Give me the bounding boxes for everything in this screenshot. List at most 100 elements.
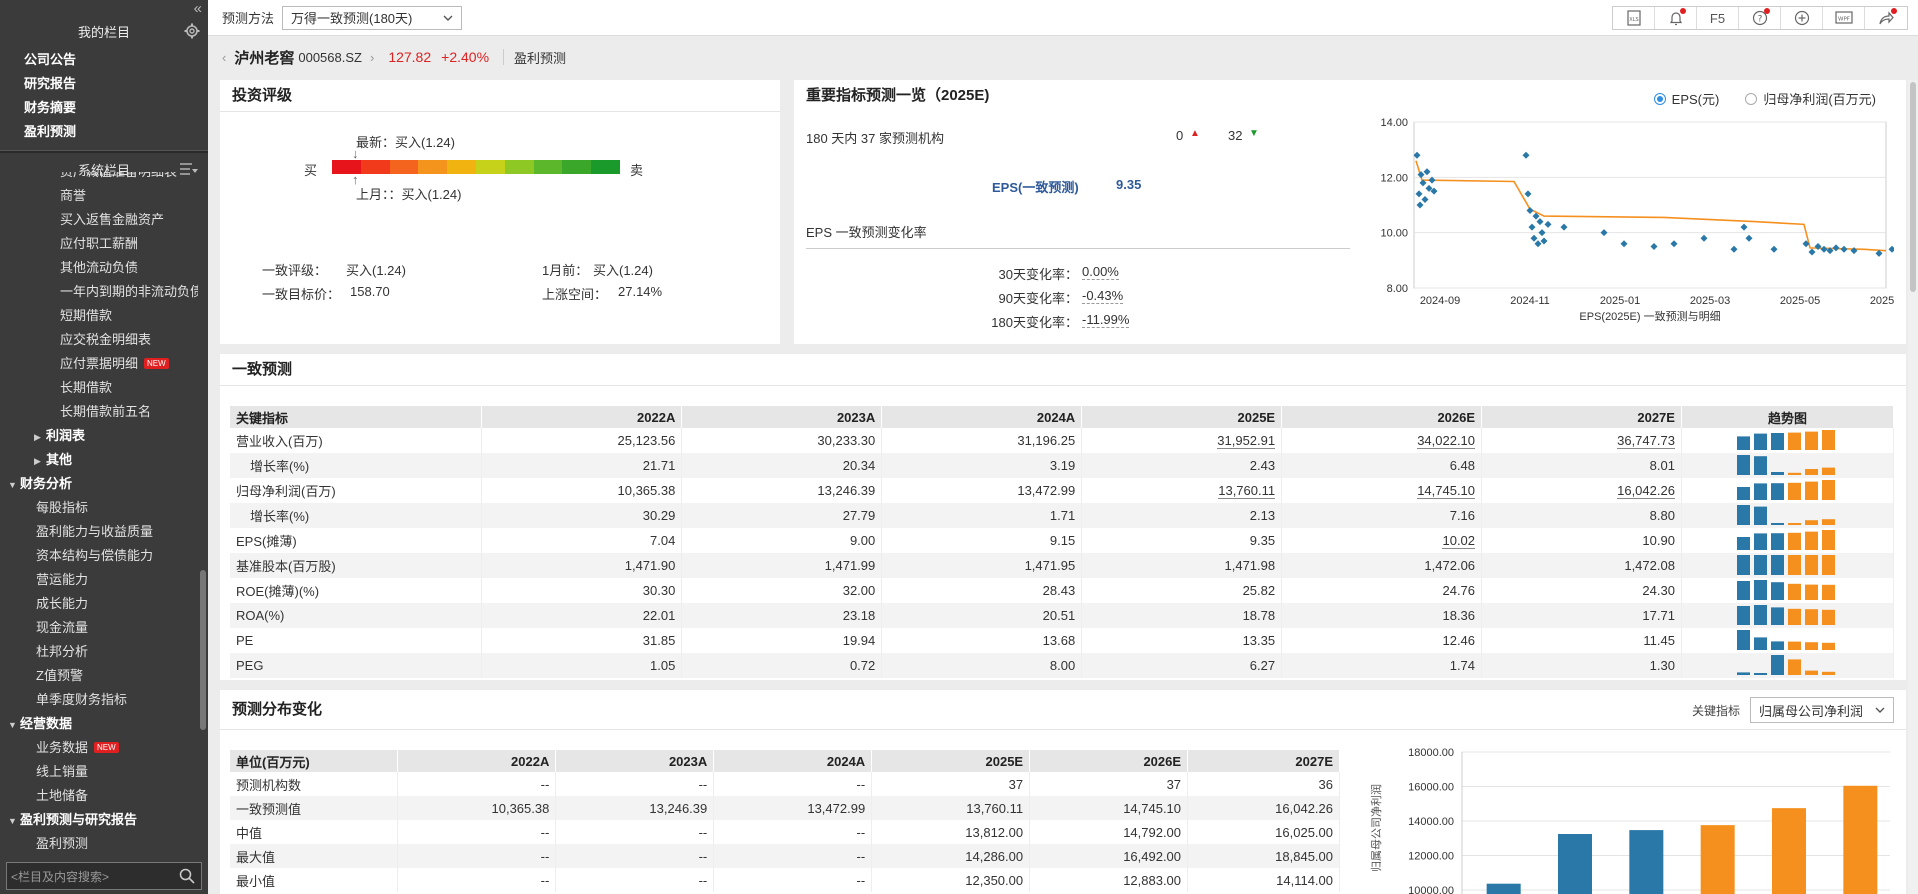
consensus-row-label: ROE(摊薄)(%) bbox=[230, 578, 483, 603]
sidebar-item-14[interactable]: 每股指标 bbox=[0, 496, 198, 520]
consensus-column-header[interactable]: 2027E bbox=[1481, 406, 1682, 428]
consensus-header-row: 关键指标 2022A 2023A 2024A 2025E 2026E 2027E 趋势图 bbox=[230, 406, 1895, 428]
consensus-cell: 10,365.38 bbox=[481, 478, 683, 503]
collapse-sidebar-icon[interactable]: « bbox=[194, 0, 202, 17]
sidebar-item-15[interactable]: 盈利能力与收益质量 bbox=[0, 520, 198, 544]
net-profit-bar-2024A[interactable] bbox=[1629, 830, 1664, 894]
sidebar-item-6[interactable]: 短期借款 bbox=[0, 304, 198, 328]
consensus-column-header[interactable]: 关键指标 bbox=[230, 406, 483, 428]
export-xls-button[interactable]: XLS bbox=[1613, 7, 1655, 29]
consensus-cell[interactable]: 13,760.11 bbox=[1081, 478, 1283, 503]
expand-caret-icon[interactable]: ▼ bbox=[8, 713, 20, 736]
sidebar-item-19[interactable]: 现金流量 bbox=[0, 616, 198, 640]
radio-net-profit[interactable]: 归母净利润(百万元) bbox=[1745, 89, 1876, 108]
consensus-cell[interactable]: 16,042.26 bbox=[1481, 478, 1682, 503]
key-indicator-select[interactable]: 归属母公司净利润 bbox=[1750, 697, 1894, 723]
add-button[interactable] bbox=[1781, 7, 1823, 29]
sidebar-scrollbar[interactable] bbox=[200, 570, 206, 730]
sidebar-item-7[interactable]: 应交税金明细表 bbox=[0, 328, 198, 352]
consensus-row: 营业收入(百万) 25,123.56 30,233.30 31,196.25 31,95… bbox=[230, 428, 1895, 453]
main-vertical-scrollbar[interactable] bbox=[1908, 80, 1918, 894]
stock-price: 127.82 bbox=[388, 49, 432, 65]
expand-caret-icon[interactable]: ▼ bbox=[8, 473, 20, 496]
sidebar-item-25[interactable]: 线上销量 bbox=[0, 760, 198, 784]
consensus-cell-value: 16,042.26 bbox=[1617, 483, 1675, 499]
sidebar-item-23[interactable]: ▼ 经营数据 bbox=[0, 712, 198, 736]
sidebar-item-13[interactable]: ▼ 财务分析 bbox=[0, 472, 198, 496]
consensus-column-header[interactable]: 2026E bbox=[1281, 406, 1483, 428]
net-profit-bar-2022A[interactable] bbox=[1486, 883, 1521, 894]
consensus-column-header[interactable]: 2022A bbox=[481, 406, 683, 428]
sidebar-item-label: 其他 bbox=[46, 452, 73, 467]
radio-eps[interactable]: EPS(元) bbox=[1653, 89, 1719, 108]
my-item-announcements[interactable]: 公司公告 bbox=[0, 48, 208, 72]
scrollbar-thumb[interactable] bbox=[1910, 82, 1916, 292]
forward-chevron-icon[interactable]: › bbox=[370, 50, 374, 65]
change-rate-divider bbox=[806, 248, 1350, 249]
up-count: 0 bbox=[1176, 128, 1184, 143]
sidebar-item-26[interactable]: 土地储备 bbox=[0, 784, 198, 808]
net-profit-bar-2025E[interactable] bbox=[1700, 825, 1735, 894]
sidebar-item-18[interactable]: 成长能力 bbox=[0, 592, 198, 616]
method-select[interactable]: 万得一致预测(180天) bbox=[282, 5, 463, 30]
my-item-research[interactable]: 研究报告 bbox=[0, 72, 208, 96]
my-item-earnings-forecast[interactable]: 盈利预测 bbox=[0, 120, 208, 144]
search-icon[interactable] bbox=[179, 868, 195, 884]
consensus-row-label: 增长率(%) bbox=[230, 503, 483, 528]
net-profit-bar-2026E[interactable] bbox=[1772, 808, 1806, 894]
back-chevron-icon[interactable]: ‹ bbox=[222, 50, 226, 65]
help-button[interactable]: ? bbox=[1739, 7, 1781, 29]
sidebar-item-8[interactable]: 应付票据明细 NEW bbox=[0, 352, 198, 376]
sidebar-item-4[interactable]: 其他流动负债 bbox=[0, 256, 198, 280]
sidebar-item-28[interactable]: 盈利预测 bbox=[0, 832, 198, 856]
net-profit-bar-2027E[interactable] bbox=[1843, 785, 1878, 894]
refresh-f5-button[interactable]: F5 bbox=[1697, 7, 1739, 29]
my-item-financial-summary[interactable]: 财务摘要 bbox=[0, 96, 208, 120]
expand-caret-icon[interactable]: ▼ bbox=[8, 809, 20, 832]
sidebar-item-20[interactable]: 杜邦分析 bbox=[0, 640, 198, 664]
notification-button[interactable] bbox=[1655, 7, 1697, 29]
sidebar-item-10[interactable]: 长期借款前五名 bbox=[0, 400, 198, 424]
change-rate-label: 180天变化率： bbox=[991, 315, 1078, 330]
collapse-caret-icon[interactable]: ▶ bbox=[34, 449, 46, 472]
sidebar-item-12[interactable]: ▶ 其他 bbox=[0, 448, 198, 472]
sidebar-item-2[interactable]: 买入返售金融资产 bbox=[0, 208, 198, 232]
sidebar-item-5[interactable]: 一年内到期的非流动负债 bbox=[0, 280, 198, 304]
sidebar-item-27[interactable]: ▼ 盈利预测与研究报告 bbox=[0, 808, 198, 832]
stock-name[interactable]: 泸州老窖 bbox=[234, 47, 294, 68]
consensus-cell-value: 1,471.98 bbox=[1224, 558, 1276, 573]
sidebar-item-24[interactable]: 业务数据 NEW bbox=[0, 736, 198, 760]
consensus-column-header[interactable]: 2023A bbox=[681, 406, 883, 428]
consensus-cell[interactable]: 34,022.10 bbox=[1281, 428, 1483, 453]
sidebar-search-input[interactable]: <栏目及内容搜索> bbox=[6, 862, 202, 890]
consensus-cell-value: 13,760.11 bbox=[1218, 483, 1276, 499]
sidebar-item-22[interactable]: 单季度财务指标 bbox=[0, 688, 198, 712]
consensus-cell: 2.13 bbox=[1081, 503, 1283, 528]
sidebar-item-1[interactable]: 商誉 bbox=[0, 184, 198, 208]
consensus-column-header[interactable]: 2024A bbox=[881, 406, 1083, 428]
consensus-column-header[interactable]: 2025E bbox=[1081, 406, 1283, 428]
sidebar-item-11[interactable]: ▶ 利润表 bbox=[0, 424, 198, 448]
sidebar-item-21[interactable]: Z值预警 bbox=[0, 664, 198, 688]
sidebar-item-16[interactable]: 资本结构与偿债能力 bbox=[0, 544, 198, 568]
distribution-cell: -- bbox=[397, 868, 557, 892]
consensus-cell[interactable]: 14,745.10 bbox=[1281, 478, 1483, 503]
consensus-cell-value: 1,471.95 bbox=[1024, 558, 1076, 573]
consensus-cell[interactable]: 36,747.73 bbox=[1481, 428, 1682, 453]
consensus-cell[interactable]: 10.02 bbox=[1281, 528, 1483, 553]
wpf-button[interactable]: WPF bbox=[1823, 7, 1865, 29]
net-profit-bar-2023A[interactable] bbox=[1558, 833, 1592, 894]
share-button[interactable] bbox=[1865, 7, 1907, 29]
distribution-cell: 14,286.00 bbox=[871, 844, 1031, 868]
consensus-cell: 0.72 bbox=[681, 653, 883, 678]
sidebar-item-17[interactable]: 营运能力 bbox=[0, 568, 198, 592]
sidebar-item-9[interactable]: 长期借款 bbox=[0, 376, 198, 400]
radio-eps-dot bbox=[1653, 92, 1666, 105]
distribution-cell: 16,042.26 bbox=[1187, 796, 1340, 820]
sidebar-item-0[interactable]: 资产减值准备明细表 bbox=[0, 172, 198, 184]
trend-sparkbar bbox=[1737, 630, 1836, 650]
sidebar-item-3[interactable]: 应付职工薪酬 bbox=[0, 232, 198, 256]
gear-icon[interactable] bbox=[184, 23, 200, 39]
collapse-caret-icon[interactable]: ▶ bbox=[34, 425, 46, 448]
consensus-cell[interactable]: 31,952.91 bbox=[1081, 428, 1283, 453]
